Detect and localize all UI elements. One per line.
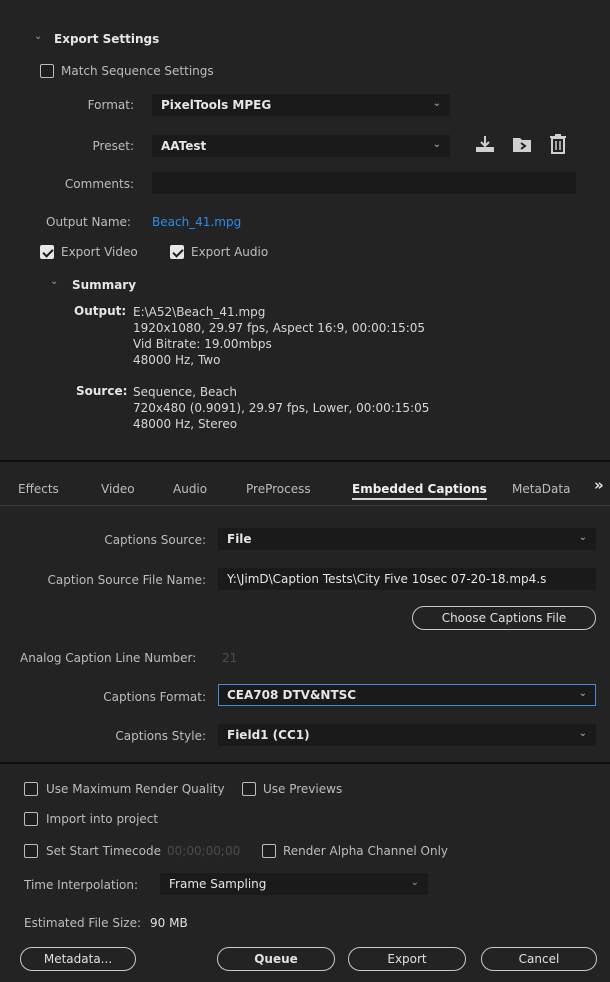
export-audio-checkbox[interactable] xyxy=(170,245,184,259)
queue-button[interactable]: Queue xyxy=(217,947,335,971)
chevron-down-icon: ⌄ xyxy=(410,877,419,888)
render-alpha-label: Render Alpha Channel Only xyxy=(283,844,449,858)
comments-label: Comments: xyxy=(64,177,134,191)
captions-source-dropdown[interactable]: File ⌄ xyxy=(218,528,596,550)
collapse-chevron-icon[interactable]: ⌄ xyxy=(34,31,42,42)
comments-input[interactable] xyxy=(152,172,576,194)
set-start-timecode-label: Set Start Timecode xyxy=(46,844,161,858)
tab-audio[interactable]: Audio xyxy=(173,482,207,496)
captions-style-label: Captions Style: xyxy=(115,729,206,743)
set-start-timecode-checkbox[interactable] xyxy=(24,844,38,858)
tab-effects[interactable]: Effects xyxy=(18,482,59,496)
estimated-file-size-value: 90 MB xyxy=(150,916,188,930)
start-timecode-value: 00;00;00;00 xyxy=(167,844,241,858)
import-into-project-checkbox[interactable] xyxy=(24,812,38,826)
metadata-button[interactable]: Metadata... xyxy=(20,947,136,971)
use-previews-checkbox[interactable] xyxy=(242,782,256,796)
chevron-down-icon: ⌄ xyxy=(432,139,441,150)
match-sequence-label: Match Sequence Settings xyxy=(61,64,214,78)
estimated-file-size-label: Estimated File Size: xyxy=(24,916,142,930)
tab-preprocess[interactable]: PreProcess xyxy=(246,482,311,496)
tabs-overflow-icon[interactable]: » xyxy=(594,476,604,494)
time-interpolation-label: Time Interpolation: xyxy=(24,878,139,892)
time-interpolation-dropdown[interactable]: Frame Sampling ⌄ xyxy=(160,873,428,895)
time-interpolation-value: Frame Sampling xyxy=(169,877,267,891)
analog-line-number-value: 21 xyxy=(222,651,238,665)
summary-output-block: E:\A52\Beach_41.mpg 1920x1080, 29.97 fps… xyxy=(133,304,425,368)
captions-format-value: CEA708 DTV&NTSC xyxy=(227,688,357,702)
chevron-down-icon: ⌄ xyxy=(578,728,587,739)
summary-output-line: Vid Bitrate: 19.00mbps xyxy=(133,337,272,351)
export-button[interactable]: Export xyxy=(348,947,466,971)
caption-file-name-label: Caption Source File Name: xyxy=(47,573,206,587)
export-audio-label: Export Audio xyxy=(191,245,269,259)
import-preset-icon[interactable] xyxy=(511,134,533,157)
summary-output-line: 1920x1080, 29.97 fps, Aspect 16:9, 00:00… xyxy=(133,321,426,335)
match-sequence-checkbox[interactable] xyxy=(40,64,54,78)
summary-source-line: 48000 Hz, Stereo xyxy=(133,417,238,431)
format-label: Format: xyxy=(87,98,134,112)
format-dropdown[interactable]: PixelTools MPEG ⌄ xyxy=(152,94,450,116)
max-render-quality-checkbox[interactable] xyxy=(24,782,38,796)
max-render-quality-label: Use Maximum Render Quality xyxy=(46,782,225,796)
choose-captions-file-button[interactable]: Choose Captions File xyxy=(412,606,596,630)
export-video-label: Export Video xyxy=(61,245,138,259)
preset-dropdown[interactable]: AATest ⌄ xyxy=(152,135,450,157)
captions-source-value: File xyxy=(227,532,252,546)
summary-source-label: Source: xyxy=(76,384,128,398)
output-name-link[interactable]: Beach_41.mpg xyxy=(152,215,241,229)
preset-value: AATest xyxy=(161,139,207,153)
summary-title: Summary xyxy=(72,278,137,292)
output-name-label: Output Name: xyxy=(46,215,131,229)
summary-output-line: 48000 Hz, Two xyxy=(133,353,221,367)
captions-source-label: Captions Source: xyxy=(104,533,206,547)
format-value: PixelTools MPEG xyxy=(161,98,272,112)
caption-file-name-field[interactable]: Y:\JimD\Caption Tests\City Five 10sec 07… xyxy=(218,568,596,590)
summary-collapse-icon[interactable]: ⌄ xyxy=(50,276,58,287)
summary-source-line: 720x480 (0.9091), 29.97 fps, Lower, 00:0… xyxy=(133,401,430,415)
chevron-down-icon: ⌄ xyxy=(432,98,441,109)
analog-line-number-label: Analog Caption Line Number: xyxy=(20,651,197,665)
captions-style-dropdown[interactable]: Field1 (CC1) ⌄ xyxy=(218,724,596,746)
save-preset-icon[interactable] xyxy=(474,134,496,157)
captions-style-value: Field1 (CC1) xyxy=(227,728,310,742)
tab-embedded-captions[interactable]: Embedded Captions xyxy=(352,482,487,500)
captions-format-dropdown[interactable]: CEA708 DTV&NTSC ⌄ xyxy=(218,684,596,706)
use-previews-label: Use Previews xyxy=(263,782,343,796)
delete-preset-icon[interactable] xyxy=(549,133,567,158)
preset-label: Preset: xyxy=(92,139,134,153)
chevron-down-icon: ⌄ xyxy=(578,688,587,699)
summary-source-line: Sequence, Beach xyxy=(133,385,237,399)
caption-file-name-value: Y:\JimD\Caption Tests\City Five 10sec 07… xyxy=(227,572,547,586)
import-into-project-label: Import into project xyxy=(46,812,159,826)
render-alpha-checkbox[interactable] xyxy=(262,844,276,858)
tab-metadata[interactable]: MetaData xyxy=(512,482,570,496)
summary-output-line: E:\A52\Beach_41.mpg xyxy=(133,305,266,319)
chevron-down-icon: ⌄ xyxy=(578,532,587,543)
summary-source-block: Sequence, Beach 720x480 (0.9091), 29.97 … xyxy=(133,384,429,432)
export-video-checkbox[interactable] xyxy=(40,245,54,259)
summary-output-label: Output: xyxy=(74,304,127,318)
captions-format-label: Captions Format: xyxy=(103,690,206,704)
export-settings-title: Export Settings xyxy=(54,32,160,46)
tab-video[interactable]: Video xyxy=(101,482,135,496)
cancel-button[interactable]: Cancel xyxy=(481,947,597,971)
tab-underline-divider xyxy=(0,505,610,506)
